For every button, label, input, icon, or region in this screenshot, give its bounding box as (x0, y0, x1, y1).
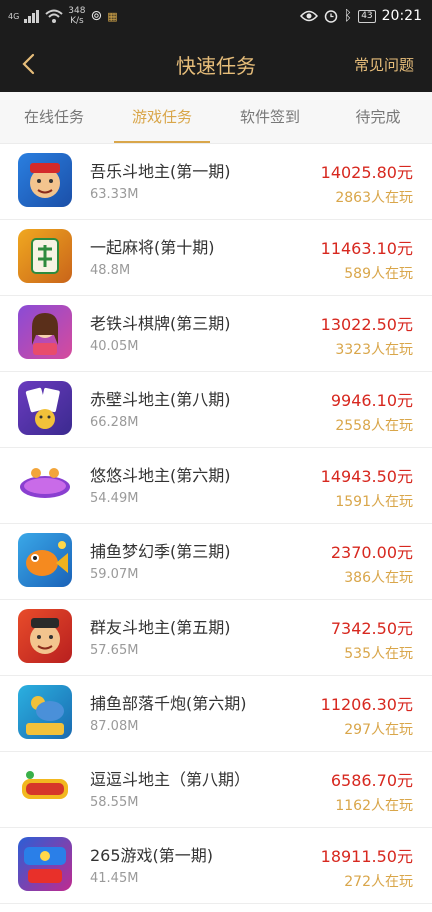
status-bar: 4G 348 K/s ⊚ ▦ ᛒ 43 20:21 (0, 0, 432, 36)
game-size: 40.05M (90, 339, 139, 354)
mahjong-icon (18, 229, 72, 283)
player-count: 297人在玩 (344, 722, 413, 738)
faq-button[interactable]: 常见问题 (354, 54, 414, 75)
poker-cards-icon (18, 381, 72, 435)
game-size: 66.28M (90, 415, 139, 430)
game-name: 捕鱼梦幻季(第三期) (90, 542, 231, 561)
game-size: 87.08M (90, 719, 139, 734)
bluetooth-icon: ᛒ (343, 8, 353, 24)
game-name: 捕鱼部落千炮(第六期) (90, 694, 247, 713)
game-265-icon (18, 837, 72, 891)
wifi-icon (45, 9, 63, 23)
logo-icon (18, 761, 72, 815)
player-count: 1591人在玩 (335, 494, 413, 510)
game-reward: 13022.50元 (320, 315, 413, 334)
list-item[interactable]: 逗逗斗地主（第八期） 58.55M 6586.70元 1162人在玩 (0, 752, 432, 828)
tab-pending[interactable]: 待完成 (324, 92, 432, 143)
list-item[interactable]: 捕鱼部落千炮(第六期) 87.08M 11206.30元 297人在玩 (0, 676, 432, 752)
signal-icon (24, 10, 40, 23)
alarm-icon (324, 10, 338, 23)
game-reward: 14943.50元 (320, 467, 413, 486)
game-name: 悠悠斗地主(第六期) (90, 466, 231, 485)
list-item[interactable]: 赤壁斗地主(第八期) 66.28M 9946.10元 2558人在玩 (0, 372, 432, 448)
player-count: 3323人在玩 (335, 342, 413, 358)
list-item[interactable]: 吾乐斗地主(第一期) 63.33M 14025.80元 2863人在玩 (0, 144, 432, 220)
status-left: 4G 348 K/s ⊚ ▦ (8, 6, 118, 26)
chess-card-icon (18, 305, 72, 359)
game-name: 265游戏(第一期) (90, 846, 214, 865)
battery-indicator: 43 (358, 9, 376, 23)
game-size: 41.45M (90, 871, 139, 886)
game-reward: 9946.10元 (330, 391, 413, 410)
list-item[interactable]: 一起麻将(第十期) 48.8M 11463.10元 589人在玩 (0, 220, 432, 296)
grid-app-icon: ▦ (107, 9, 118, 23)
chevron-left-icon (22, 53, 35, 75)
tab-game-tasks[interactable]: 游戏任务 (108, 92, 216, 143)
player-count: 535人在玩 (344, 646, 413, 662)
game-reward: 7342.50元 (330, 619, 413, 638)
tab-online-tasks[interactable]: 在线任务 (0, 92, 108, 143)
game-reward: 2370.00元 (330, 543, 413, 562)
game-reward: 6586.70元 (330, 771, 413, 790)
game-size: 59.07M (90, 567, 139, 582)
list-item[interactable]: 捕鱼梦幻季(第三期) 59.07M 2370.00元 386人在玩 (0, 524, 432, 600)
back-button[interactable] (10, 46, 46, 82)
game-name: 吾乐斗地主(第一期) (90, 162, 231, 181)
game-reward: 11463.10元 (320, 239, 413, 258)
player-count: 2558人在玩 (335, 418, 413, 434)
game-size: 57.65M (90, 643, 139, 658)
game-name: 一起麻将(第十期) (90, 238, 215, 257)
player-count: 2863人在玩 (335, 190, 413, 206)
logo-icon (18, 457, 72, 511)
game-name: 老铁斗棋牌(第三期) (90, 314, 231, 333)
game-size: 48.8M (90, 263, 131, 278)
player-count: 272人在玩 (344, 874, 413, 890)
fishing-cannon-icon (18, 685, 72, 739)
status-right: ᛒ 43 20:21 (299, 8, 422, 24)
game-reward: 11206.30元 (320, 695, 413, 714)
landlord-icon (18, 609, 72, 663)
app-notification-icon: ⊚ (90, 8, 103, 24)
game-name: 群友斗地主(第五期) (90, 618, 231, 637)
clock: 20:21 (381, 8, 422, 24)
game-size: 54.49M (90, 491, 139, 506)
game-size: 63.33M (90, 187, 139, 202)
player-count: 386人在玩 (344, 570, 413, 586)
landlord-icon (18, 153, 72, 207)
player-count: 589人在玩 (344, 266, 413, 282)
network-type: 4G (8, 11, 20, 21)
game-name: 逗逗斗地主（第八期） (90, 770, 251, 789)
game-name: 赤壁斗地主(第八期) (90, 390, 231, 409)
game-reward: 14025.80元 (320, 163, 413, 182)
task-tabs: 在线任务 游戏任务 软件签到 待完成 (0, 92, 432, 144)
fish-icon (18, 533, 72, 587)
game-reward: 18911.50元 (320, 847, 413, 866)
network-speed: 348 K/s (68, 6, 86, 26)
list-item[interactable]: 群友斗地主(第五期) 57.65M 7342.50元 535人在玩 (0, 600, 432, 676)
list-item[interactable]: 老铁斗棋牌(第三期) 40.05M 13022.50元 3323人在玩 (0, 296, 432, 372)
tab-app-checkin[interactable]: 软件签到 (216, 92, 324, 143)
list-item[interactable]: 265游戏(第一期) 41.45M 18911.50元 272人在玩 (0, 828, 432, 904)
eye-icon (299, 10, 318, 22)
nav-bar: 快速任务 常见问题 (0, 36, 432, 92)
game-size: 58.55M (90, 795, 139, 810)
player-count: 1162人在玩 (335, 798, 413, 814)
game-task-list: 吾乐斗地主(第一期) 63.33M 14025.80元 2863人在玩 一起麻将… (0, 144, 432, 904)
list-item[interactable]: 悠悠斗地主(第六期) 54.49M 14943.50元 1591人在玩 (0, 448, 432, 524)
